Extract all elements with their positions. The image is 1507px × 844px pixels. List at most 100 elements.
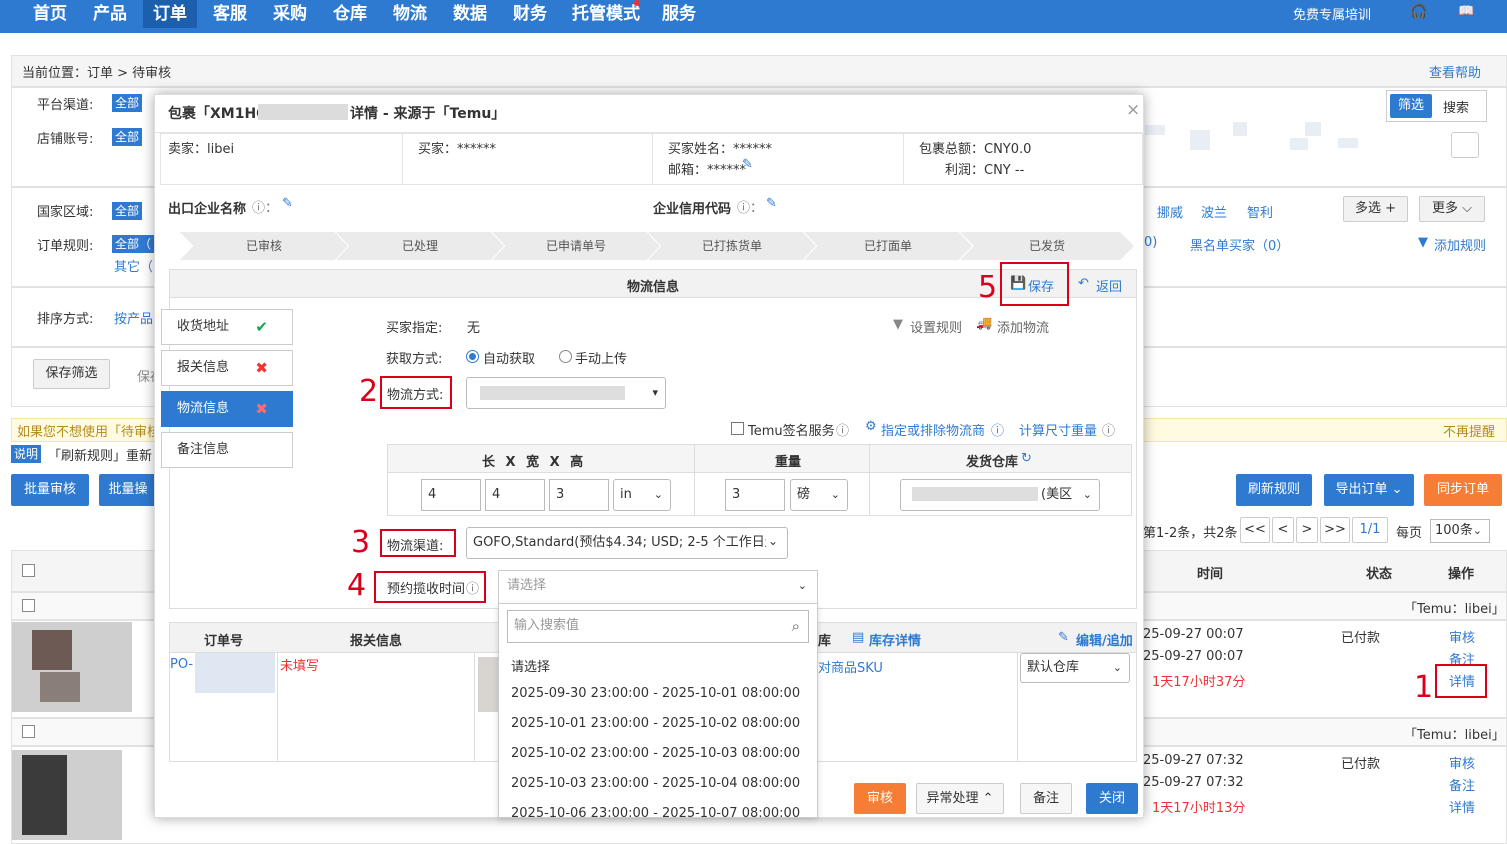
temu-sign-checkbox[interactable] — [731, 422, 744, 435]
training-link[interactable]: 免费专属培训 — [1293, 4, 1371, 23]
dropdown-search-placeholder: 输入搜索值 — [514, 618, 580, 633]
nav-service[interactable]: 客服 — [213, 0, 247, 28]
row-checkbox[interactable] — [22, 599, 35, 612]
length-input[interactable]: 4 — [421, 479, 481, 511]
country-norway[interactable]: 挪威 — [1157, 202, 1183, 221]
stock-detail-link[interactable]: 库存详情 — [869, 630, 921, 649]
page-info: 第1-2条，共2条 — [1143, 526, 1238, 541]
dismiss-notice[interactable]: 不再提醒 — [1443, 421, 1495, 440]
add-rule-link[interactable]: 添加规则 — [1434, 235, 1486, 254]
calc-size-link[interactable]: 计算尺寸重量 — [1019, 420, 1097, 439]
radio-auto[interactable] — [466, 350, 479, 363]
review-button[interactable]: 审核 — [854, 783, 906, 814]
filter-button[interactable]: 筛选 — [1390, 94, 1432, 118]
edit-icon[interactable]: ✎ — [282, 196, 293, 211]
nav-data[interactable]: 数据 — [453, 0, 487, 28]
detail-link[interactable]: 详情 — [1449, 797, 1475, 816]
help-link[interactable]: 查看帮助 — [1429, 62, 1481, 81]
batch-review-button[interactable]: 批量审核 — [11, 474, 89, 506]
rule-count[interactable]: 0) — [1144, 235, 1157, 250]
width-input[interactable]: 4 — [485, 479, 545, 511]
dropdown-option[interactable]: 2025-10-03 23:00:00 - 2025-10-04 08:00:0… — [511, 776, 800, 791]
order-number[interactable]: PO- — [170, 657, 193, 672]
logistics-channel-select[interactable]: GOFO,Standard(预估$4.34; USD; 2-5 个工作日送 — [466, 527, 788, 559]
sync-order-button[interactable]: 同步订单 — [1424, 474, 1502, 506]
dropdown-option[interactable]: 2025-10-01 23:00:00 - 2025-10-02 08:00:0… — [511, 716, 800, 731]
close-button[interactable]: 关闭 — [1086, 783, 1138, 814]
radio-manual[interactable] — [559, 350, 572, 363]
pickup-time-select[interactable]: 请选择 ⌄ — [498, 570, 818, 604]
collapse-icon[interactable] — [1451, 132, 1479, 158]
rule-all[interactable]: 全部（ — [112, 235, 155, 253]
blacklist-link[interactable]: 黑名单买家（0） — [1190, 235, 1289, 254]
close-icon[interactable]: × — [1126, 100, 1140, 120]
buyer-info: 买家：****** — [418, 142, 497, 157]
tab-logistics[interactable]: 物流信息 ✖ — [161, 391, 293, 427]
sort-value[interactable]: 按产品 — [114, 308, 153, 327]
nav-purchase[interactable]: 采购 — [273, 0, 307, 28]
page-next[interactable]: > — [1296, 517, 1318, 543]
nav-home[interactable]: 首页 — [33, 0, 67, 28]
more-button[interactable]: 更多 ⌵ — [1419, 196, 1485, 222]
page-last[interactable]: >> — [1320, 517, 1350, 543]
tab-customs[interactable]: 报关信息 ✖ — [161, 350, 293, 386]
nav-product[interactable]: 产品 — [93, 0, 127, 28]
tab-address[interactable]: 收货地址 ✔ — [161, 309, 293, 345]
batch-op-button[interactable]: 批量操 — [99, 474, 157, 506]
masked-method — [480, 386, 625, 400]
dropdown-option[interactable]: 2025-10-02 23:00:00 - 2025-10-03 08:00:0… — [511, 746, 800, 761]
default-warehouse-value: 默认仓库 — [1027, 660, 1080, 675]
nav-services[interactable]: 服务 — [662, 0, 696, 28]
annotation-box-5 — [1000, 262, 1069, 306]
note-link[interactable]: 备注 — [1449, 775, 1475, 794]
dim-unit-select[interactable]: in ⌄ — [613, 479, 671, 511]
set-rule-link[interactable]: 设置规则 — [910, 317, 962, 336]
dropdown-option[interactable]: 2025-10-06 23:00:00 - 2025-10-07 08:00:0… — [511, 806, 800, 817]
review-link[interactable]: 审核 — [1449, 627, 1475, 646]
sku-link[interactable]: 对商品SKU — [818, 657, 883, 676]
tab-notes[interactable]: 备注信息 — [161, 432, 293, 468]
height-input[interactable]: 3 — [549, 479, 609, 511]
add-logistics-link[interactable]: 添加物流 — [997, 317, 1049, 336]
tab-notes-label: 备注信息 — [177, 442, 230, 457]
country-poland[interactable]: 波兰 — [1201, 202, 1227, 221]
page-current[interactable]: 1/1 — [1352, 517, 1388, 543]
select-all-checkbox[interactable] — [22, 564, 35, 577]
dropdown-option[interactable]: 2025-09-30 23:00:00 - 2025-10-01 08:00:0… — [511, 686, 800, 701]
note-button[interactable]: 备注 — [1020, 783, 1072, 814]
dropdown-search-input[interactable]: 输入搜索值 ⌕ — [507, 610, 809, 643]
nav-warehouse[interactable]: 仓库 — [333, 0, 367, 28]
nav-finance[interactable]: 财务 — [513, 0, 547, 28]
multi-select-button[interactable]: 多选 + — [1343, 196, 1408, 222]
back-button[interactable]: 返回 — [1096, 276, 1122, 295]
save-filter-button[interactable]: 保存筛选 — [33, 359, 110, 389]
export-order-button[interactable]: 导出订单 ⌄ — [1324, 474, 1414, 506]
country-chile[interactable]: 智利 — [1247, 202, 1273, 221]
page-first[interactable]: << — [1240, 517, 1270, 543]
per-page-select[interactable]: 100条 ⌄ — [1430, 519, 1490, 543]
nav-hosted[interactable]: 托管模式 — [572, 0, 640, 28]
book-icon[interactable]: 📖 — [1458, 4, 1474, 19]
edit-add-link[interactable]: 编辑/追加 — [1076, 630, 1133, 649]
headset-icon[interactable]: 🎧 — [1410, 4, 1427, 20]
edit-icon[interactable]: ✎ — [766, 196, 777, 211]
weight-unit-select[interactable]: 磅 ⌄ — [790, 479, 848, 511]
rule-other[interactable]: 其它（ — [114, 256, 153, 275]
platform-all[interactable]: 全部 — [112, 94, 143, 112]
default-warehouse-select[interactable]: 默认仓库 ⌄ — [1020, 653, 1130, 683]
nav-order[interactable]: 订单 — [143, 0, 197, 28]
specify-carrier-link[interactable]: 指定或排除物流商 — [881, 420, 985, 439]
store-all[interactable]: 全部 — [112, 128, 143, 146]
exception-button[interactable]: 异常处理 ⌃ — [916, 783, 1004, 814]
row-checkbox[interactable] — [22, 725, 35, 738]
refresh-icon[interactable]: ↻ — [1021, 451, 1032, 466]
weight-input[interactable]: 3 — [725, 479, 785, 511]
review-link[interactable]: 审核 — [1449, 753, 1475, 772]
page-prev[interactable]: < — [1272, 517, 1294, 543]
dropdown-option[interactable]: 请选择 — [511, 656, 550, 675]
refresh-rule-button[interactable]: 刷新规则 — [1236, 474, 1312, 506]
edit-icon[interactable]: ✎ — [742, 157, 753, 172]
country-all[interactable]: 全部 — [112, 202, 143, 220]
nav-logistics[interactable]: 物流 — [393, 0, 427, 28]
search-button[interactable]: 搜索 — [1443, 97, 1469, 116]
